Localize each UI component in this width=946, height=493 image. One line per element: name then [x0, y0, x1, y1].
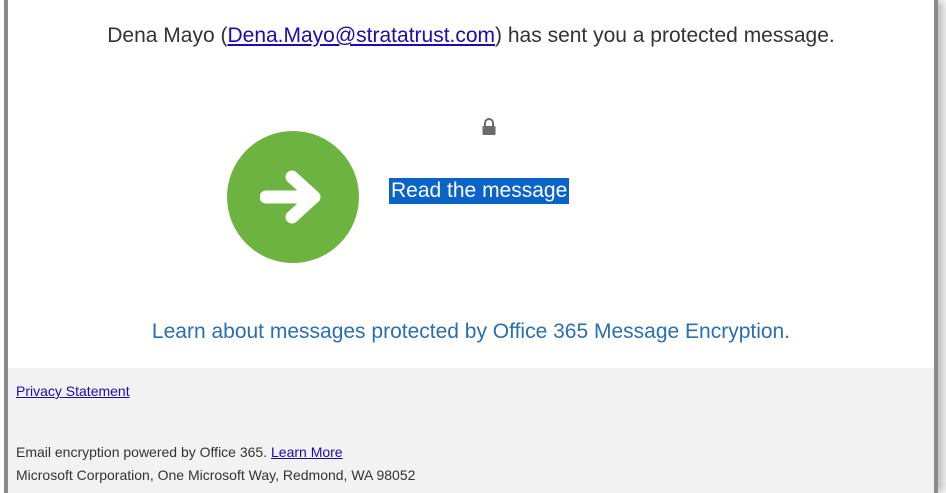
privacy-statement-link[interactable]: Privacy Statement — [16, 383, 130, 399]
message-suffix: ) has sent you a protected message. — [495, 24, 835, 47]
learn-encryption-link[interactable]: Learn about messages protected by Office… — [8, 320, 934, 344]
footer: Privacy Statement Email encryption power… — [8, 368, 934, 493]
sender-line: Dena Mayo (Dena.Mayo@stratatrust.com) ha… — [8, 24, 934, 48]
lock-icon — [482, 118, 496, 135]
company-address: Microsoft Corporation, One Microsoft Way… — [16, 467, 416, 483]
arrow-circle — [227, 131, 359, 263]
powered-text: Email encryption powered by Office 365. — [16, 444, 268, 460]
arrow-right-icon — [260, 170, 321, 224]
learn-more-link[interactable]: Learn More — [271, 444, 343, 460]
sender-name: Dena Mayo — [107, 24, 215, 47]
sender-email-link[interactable]: Dena.Mayo@stratatrust.com — [227, 24, 495, 47]
read-message-link[interactable]: Read the message — [389, 178, 570, 204]
powered-by-line: Email encryption powered by Office 365. … — [16, 444, 343, 460]
email-frame: Dena Mayo (Dena.Mayo@stratatrust.com) ha… — [4, 0, 938, 493]
